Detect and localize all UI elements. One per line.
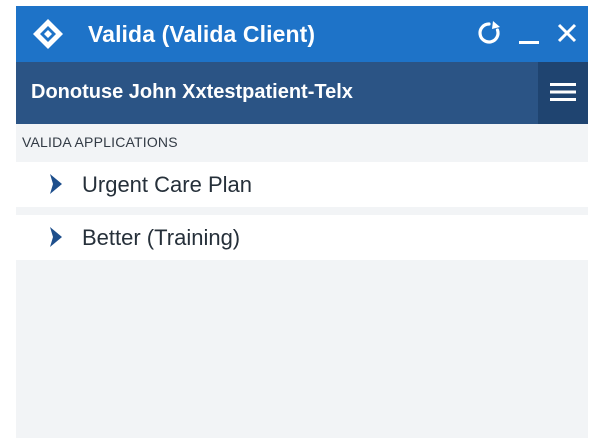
chevron-right-icon (50, 227, 62, 247)
refresh-button[interactable] (474, 18, 504, 48)
minimize-icon (519, 41, 539, 44)
patient-name: Donotuse John Xxtestpatient-Telx (31, 81, 353, 103)
valida-logo-icon (33, 19, 63, 49)
close-button[interactable] (552, 18, 582, 48)
valida-client-window: Valida (Valida Client) Donotuse John Xxt… (16, 6, 588, 438)
minimize-button[interactable] (514, 18, 544, 48)
patient-banner: Donotuse John Xxtestpatient-Telx (16, 62, 588, 124)
chevron-right-icon (50, 174, 62, 194)
application-label: Urgent Care Plan (82, 172, 252, 197)
title-bar: Valida (Valida Client) (16, 6, 588, 62)
window-title: Valida (Valida Client) (88, 21, 316, 47)
application-item-better-training[interactable]: Better (Training) (16, 215, 588, 260)
applications-heading: VALIDA APPLICATIONS (22, 134, 178, 150)
menu-button[interactable] (538, 62, 588, 124)
applications-list: Urgent Care Plan Better (Training) (16, 162, 588, 268)
application-item-urgent-care-plan[interactable]: Urgent Care Plan (16, 162, 588, 207)
hamburger-menu-icon (550, 83, 576, 101)
refresh-icon (478, 21, 500, 44)
close-icon (557, 23, 577, 43)
application-label: Better (Training) (82, 225, 241, 250)
